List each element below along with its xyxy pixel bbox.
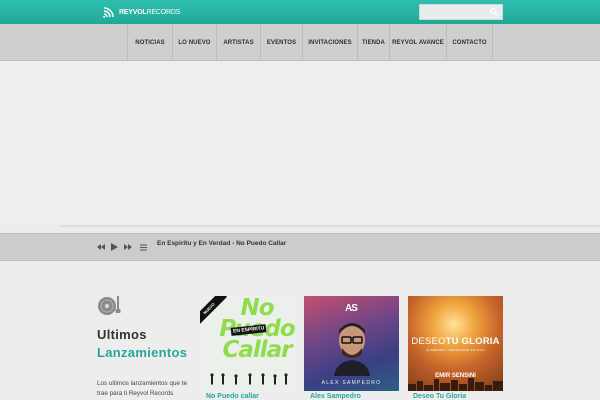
hero-banner [0, 62, 600, 225]
logo-text-bold: REYVOL [119, 8, 147, 16]
releases-description: Los ultimos lanzamientos que te trae par… [97, 380, 187, 397]
next-icon [124, 244, 132, 250]
album-art-artist: EMIR SENSINI [435, 373, 476, 379]
playlist-icon [140, 244, 147, 250]
album-art-logo: AS [345, 303, 358, 314]
nav-item-eventos[interactable]: EVENTOS [261, 24, 303, 61]
album-card-no-puedo-callar[interactable]: No Puedo Callar EN ESPÍRITU NUEVO [200, 296, 295, 391]
band-silhouette-art [210, 373, 288, 385]
play-button[interactable] [110, 242, 119, 252]
nav-item-reyvol-avance[interactable]: REYVOL AVANCE [390, 24, 447, 61]
logo-text: REYVOLRECORDS [119, 9, 180, 16]
hero-shadow [60, 225, 600, 228]
site-logo[interactable]: REYVOLRECORDS [102, 4, 180, 20]
record-player-icon [98, 296, 121, 315]
album-caption[interactable]: Deseo Tu Gloria [413, 393, 466, 400]
search-icon[interactable] [490, 8, 498, 16]
album-caption[interactable]: Alex Sampedro [310, 393, 361, 400]
now-playing-title: En Espiritu y En Verdad - No Puedo Calla… [157, 240, 287, 247]
top-bar: REYVOLRECORDS [0, 0, 600, 24]
play-icon [111, 243, 118, 251]
nav-item-contacto[interactable]: CONTACTO [447, 24, 493, 61]
nav-list: NOTICIAS LO NUEVO ARTISTAS EVENTOS INVIT… [127, 24, 493, 61]
album-art-title: DESEOTU GLORIA [408, 336, 503, 347]
portrait-art [334, 323, 370, 376]
search-input[interactable] [420, 9, 486, 24]
album-art-subtitle: ALABANZA Y ADORACIÓN EN VIVO [426, 348, 485, 352]
prev-button[interactable] [97, 242, 105, 252]
album-art-title-bold: TU GLORIA [445, 336, 500, 347]
main-nav: NOTICIAS LO NUEVO ARTISTAS EVENTOS INVIT… [0, 24, 600, 61]
releases-title-line1: Ultimos [97, 327, 147, 342]
album-art-name: ALEX SAMPEDRO [321, 380, 382, 386]
logo-text-light: RECORDS [146, 8, 181, 16]
nav-item-lo-nuevo[interactable]: LO NUEVO [173, 24, 217, 61]
nav-item-artistas[interactable]: ARTISTAS [217, 24, 261, 61]
signal-logo-icon [103, 7, 114, 18]
releases-title-line2: Lanzamientos [97, 345, 188, 360]
nav-item-noticias[interactable]: NOTICIAS [128, 24, 173, 61]
album-card-deseo-tu-gloria[interactable]: DESEOTU GLORIA ALABANZA Y ADORACIÓN EN V… [408, 296, 503, 391]
prev-icon [97, 244, 105, 250]
audio-player: En Espiritu y En Verdad - No Puedo Calla… [0, 233, 600, 261]
nav-item-invitaciones[interactable]: INVITACIONES [303, 24, 358, 61]
next-button[interactable] [124, 242, 132, 252]
search-box [419, 4, 503, 24]
album-caption[interactable]: No Puedo callar [206, 393, 259, 400]
album-art-title-light: DESEO [411, 336, 446, 347]
playlist-button[interactable] [140, 242, 148, 252]
album-card-alex-sampedro[interactable]: AS ALEX SAMPEDRO [304, 296, 399, 391]
nav-item-tienda[interactable]: TIENDA [358, 24, 390, 61]
